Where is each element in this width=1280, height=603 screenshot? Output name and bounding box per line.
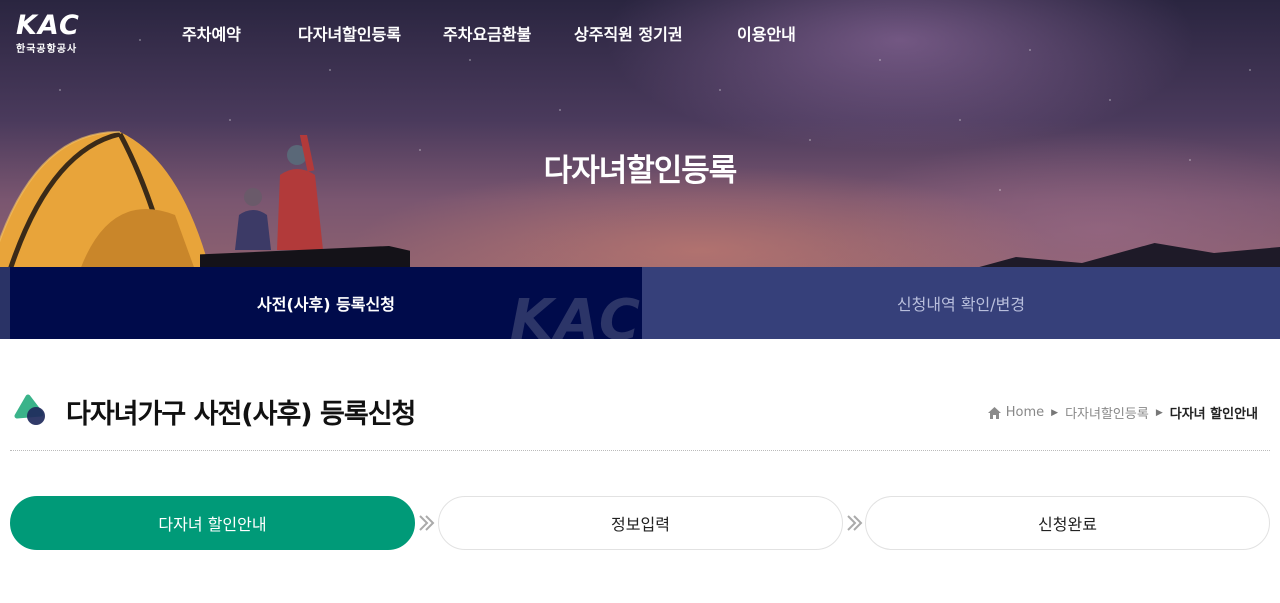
tent-illustration	[0, 130, 210, 267]
tab-label: 사전(사후) 등록신청	[257, 295, 395, 314]
nav-item-usage-guide[interactable]: 이용안내	[737, 21, 796, 45]
breadcrumb-multi-child-discount[interactable]: 다자녀할인등록	[1065, 403, 1149, 422]
progress-steps: 다자녀 할인안내 정보입력 신청완료	[0, 496, 1280, 550]
double-chevron-right-icon	[419, 515, 435, 531]
nav-item-parking-reservation[interactable]: 주차예약	[182, 21, 241, 45]
breadcrumb-current: 다자녀 할인안내	[1169, 407, 1258, 422]
divider	[10, 450, 1270, 451]
sub-tabs: 사전(사후) 등록신청 KAC 신청내역 확인/변경	[0, 267, 1280, 339]
double-chevron-right-icon	[847, 515, 863, 531]
step-info-input: 정보입력	[438, 496, 843, 550]
tab-check-application[interactable]: 신청내역 확인/변경	[642, 267, 1280, 339]
logo-subtitle: 한국공항공사	[16, 44, 78, 55]
kac-watermark: KAC	[509, 288, 642, 339]
nav-item-staff-pass[interactable]: 상주직원 정기권	[574, 21, 683, 45]
page-title: 다자녀가구 사전(사후) 등록신청	[66, 399, 416, 430]
hero-title: 다자녀할인등록	[543, 153, 738, 189]
step-label: 정보입력	[611, 515, 670, 534]
tab-label: 신청내역 확인/변경	[896, 295, 1026, 314]
page-header: 다자녀가구 사전(사후) 등록신청 Home ▶ 다자녀할인등록 ▶ 다자녀 할…	[0, 380, 1280, 450]
hero-banner: KAC 한국공항공사 주차예약 다자녀할인등록 주차요금환불 상주직원 정기권 …	[0, 0, 1280, 267]
step-label: 다자녀 할인안내	[158, 515, 267, 534]
nav-item-multi-child-discount[interactable]: 다자녀할인등록	[298, 21, 401, 45]
logo-mark: KAC	[16, 10, 80, 41]
title-bullet-icon	[14, 394, 45, 425]
breadcrumb-home[interactable]: Home	[1006, 405, 1044, 420]
step-label: 신청완료	[1038, 515, 1097, 534]
tab-pre-registration[interactable]: 사전(사후) 등록신청 KAC	[10, 267, 642, 339]
breadcrumb: Home ▶ 다자녀할인등록 ▶ 다자녀 할인안내	[987, 403, 1258, 422]
nav-item-parking-refund[interactable]: 주차요금환불	[443, 21, 531, 45]
kac-logo[interactable]: KAC 한국공항공사	[16, 12, 96, 56]
step-discount-guide: 다자녀 할인안내	[10, 496, 415, 550]
step-complete: 신청완료	[865, 496, 1270, 550]
home-icon	[987, 406, 1001, 419]
breadcrumb-separator-icon: ▶	[1051, 407, 1059, 418]
breadcrumb-separator-icon: ▶	[1155, 407, 1163, 418]
